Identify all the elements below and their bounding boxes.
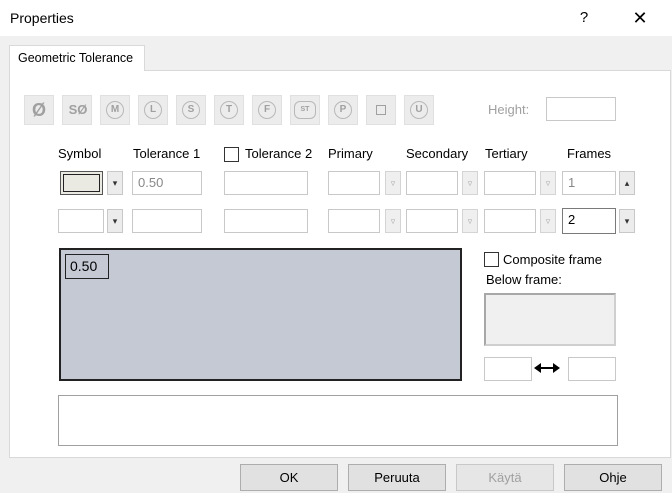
primary-dropdown-row2[interactable]: ▿: [385, 209, 401, 233]
notes-textarea[interactable]: [58, 395, 618, 446]
spherical-diameter-icon: SØ: [68, 102, 88, 117]
title-bar: Properties ? ✕: [0, 0, 672, 36]
symbol-dropdown-row1[interactable]: ▾: [107, 171, 123, 195]
diameter-button[interactable]: Ø: [24, 95, 54, 125]
close-icon[interactable]: ✕: [626, 7, 654, 29]
tertiary-dropdown-row2[interactable]: ▿: [540, 209, 556, 233]
cancel-button[interactable]: Peruuta: [348, 464, 446, 491]
frames-input-row2[interactable]: 2: [562, 208, 616, 234]
unequally-disposed-icon: U: [410, 101, 428, 119]
symbol-dropdown-row2[interactable]: ▾: [107, 209, 123, 233]
tolerance1-header: Tolerance 1: [133, 146, 201, 161]
below-frame-box[interactable]: [484, 293, 616, 346]
rfs-button[interactable]: S: [176, 95, 206, 125]
free-state-button[interactable]: F: [252, 95, 282, 125]
preview-area: 0.50: [59, 248, 462, 381]
primary-dropdown-row1[interactable]: ▿: [385, 171, 401, 195]
window-title: Properties: [10, 10, 74, 26]
tolerance2-input-row2[interactable]: [224, 209, 308, 233]
tangent-plane-icon: T: [220, 101, 238, 119]
mmc-button[interactable]: M: [100, 95, 130, 125]
square-icon: [376, 105, 386, 115]
secondary-dropdown-row2[interactable]: ▿: [462, 209, 478, 233]
unequally-disposed-button[interactable]: U: [404, 95, 434, 125]
mmc-icon: M: [106, 101, 124, 119]
composite-frame-label: Composite frame: [503, 252, 602, 267]
primary-input-row2[interactable]: [328, 209, 380, 233]
statistical-button[interactable]: ST: [290, 95, 320, 125]
tangent-plane-button[interactable]: T: [214, 95, 244, 125]
symbol-swatch-row2[interactable]: [58, 209, 104, 233]
help-icon[interactable]: ?: [570, 7, 598, 29]
projected-zone-icon: P: [334, 101, 352, 119]
frames-dropdown-button[interactable]: ▾: [619, 209, 635, 233]
double-arrow-icon: [534, 363, 560, 373]
secondary-input-row2[interactable]: [406, 209, 458, 233]
composite-frame-checkbox[interactable]: [484, 252, 499, 267]
symbol-swatch-row1[interactable]: [60, 171, 103, 195]
primary-input-row1[interactable]: [328, 171, 380, 195]
preview-frame: 0.50: [65, 254, 109, 279]
square-button[interactable]: [366, 95, 396, 125]
tertiary-input-row2[interactable]: [484, 209, 536, 233]
lmc-button[interactable]: L: [138, 95, 168, 125]
spacing-left-input[interactable]: [484, 357, 532, 381]
frames-input-row1[interactable]: 1: [562, 171, 616, 195]
primary-header: Primary: [328, 146, 373, 161]
rfs-icon: S: [182, 101, 200, 119]
apply-button[interactable]: Käytä: [456, 464, 554, 491]
lmc-icon: L: [144, 101, 162, 119]
ok-button[interactable]: OK: [240, 464, 338, 491]
free-state-icon: F: [258, 101, 276, 119]
statistical-icon: ST: [294, 101, 316, 119]
tertiary-header: Tertiary: [485, 146, 528, 161]
tolerance2-checkbox[interactable]: [224, 147, 239, 162]
secondary-header: Secondary: [406, 146, 469, 161]
tolerance1-input-row2[interactable]: [132, 209, 202, 233]
symbol-header: Symbol: [58, 146, 102, 161]
tolerance2-header: Tolerance 2: [245, 146, 313, 161]
frames-header: Frames: [567, 146, 612, 161]
below-frame-label: Below frame:: [486, 272, 562, 287]
secondary-dropdown-row1[interactable]: ▿: [462, 171, 478, 195]
secondary-input-row1[interactable]: [406, 171, 458, 195]
diameter-icon: Ø: [31, 100, 46, 120]
frames-up-button[interactable]: ▴: [619, 171, 635, 195]
spherical-diameter-button[interactable]: SØ: [62, 95, 92, 125]
height-input[interactable]: [546, 97, 616, 121]
tolerance2-input-row1[interactable]: [224, 171, 308, 195]
tertiary-input-row1[interactable]: [484, 171, 536, 195]
projected-zone-button[interactable]: P: [328, 95, 358, 125]
tolerance1-input-row1[interactable]: 0.50: [132, 171, 202, 195]
height-label: Height:: [488, 102, 530, 117]
spacing-right-input[interactable]: [568, 357, 616, 381]
help-button[interactable]: Ohje: [564, 464, 662, 491]
tab-geometric-tolerance[interactable]: Geometric Tolerance: [9, 45, 145, 71]
tertiary-dropdown-row1[interactable]: ▿: [540, 171, 556, 195]
